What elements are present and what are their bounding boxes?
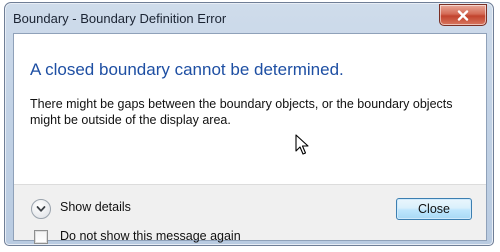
close-button[interactable]: Close [396, 198, 472, 220]
window-close-button[interactable] [439, 4, 487, 26]
dialog-content-area: A closed boundary cannot be determined. … [13, 33, 487, 244]
window-title: Boundary - Boundary Definition Error [13, 11, 227, 26]
close-icon [457, 9, 469, 21]
do-not-show-label[interactable]: Do not show this message again [60, 229, 241, 243]
dialog-message: There might be gaps between the boundary… [30, 97, 453, 127]
dialog-footer: Show details Do not show this message ag… [14, 184, 486, 244]
title-bar[interactable]: Boundary - Boundary Definition Error [5, 3, 493, 33]
show-details-label[interactable]: Show details [60, 200, 131, 214]
do-not-show-checkbox[interactable] [34, 230, 48, 244]
show-details-button[interactable] [31, 199, 51, 219]
main-instruction: A closed boundary cannot be determined. [30, 60, 344, 79]
dialog-window: Boundary - Boundary Definition Error A c… [4, 2, 494, 246]
mouse-cursor-icon [295, 134, 309, 155]
chevron-down-icon [36, 206, 46, 212]
